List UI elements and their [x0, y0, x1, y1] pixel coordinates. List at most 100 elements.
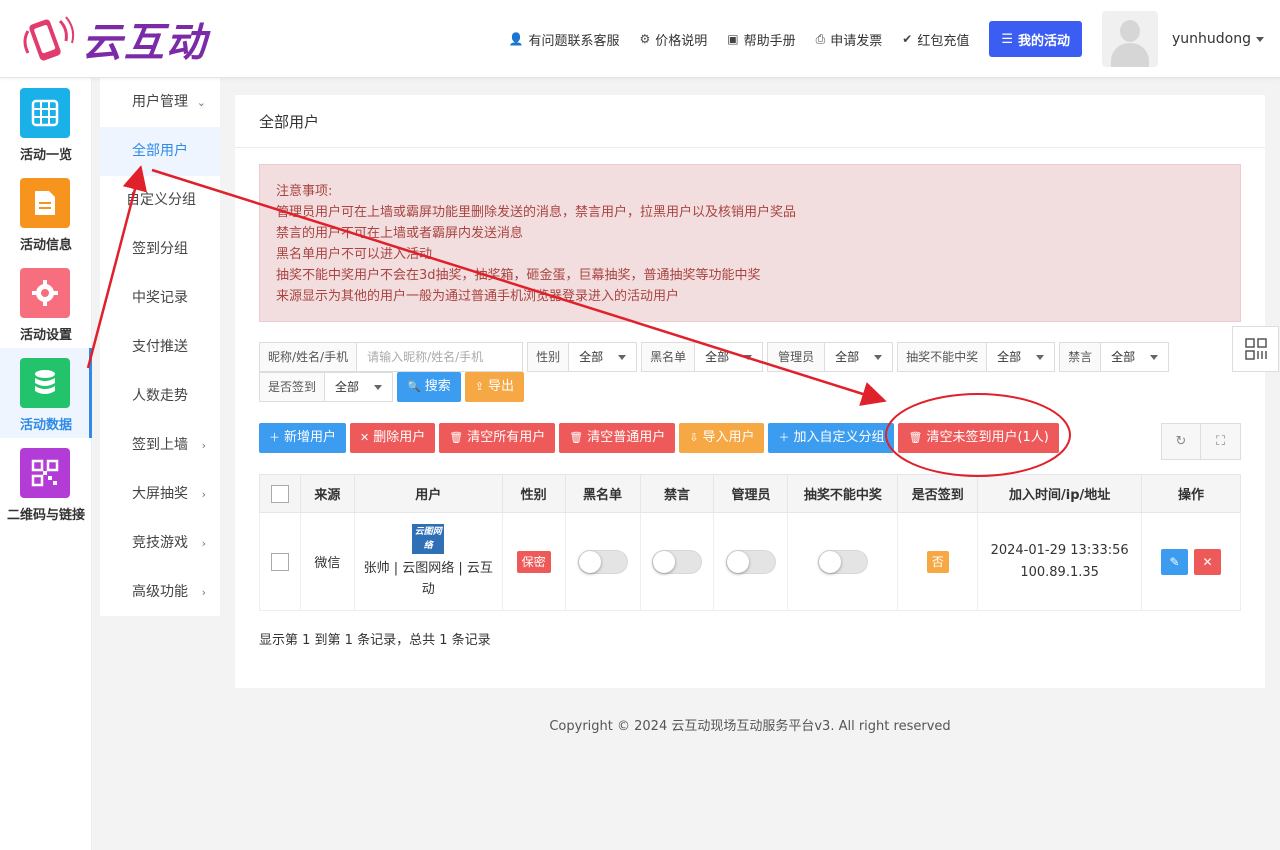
- pagination-info: 显示第 1 到第 1 条记录，总共 1 条记录: [259, 633, 491, 648]
- row-checkbox[interactable]: [270, 552, 289, 571]
- nav-support-link[interactable]: 👤 有问题联系客服: [509, 30, 620, 49]
- refresh-icon[interactable]: ↻: [1161, 423, 1201, 460]
- user-menu[interactable]: yunhudong: [1172, 31, 1264, 47]
- cell-source: 微信: [299, 512, 355, 611]
- phone-logo-icon: [20, 11, 76, 67]
- table-header-row: 来源 用户 性别 黑名单 禁言 管理员 抽奖不能中奖 是否签到 加入时间/ip/…: [259, 474, 1241, 513]
- left-rail: 活动一览 活动信息 活动设置 活动数据 二维码与链接: [0, 78, 92, 850]
- caret-down-icon: [618, 355, 627, 360]
- add-to-group-button[interactable]: ＋加入自定义分组: [768, 423, 895, 453]
- export-icon: ⇪: [474, 380, 484, 393]
- nav-pricing-link[interactable]: ⚙ 价格说明: [639, 30, 707, 49]
- table-tools: ↻ ⛶: [1161, 423, 1241, 460]
- clear-all-users-button[interactable]: 🗑 清空所有用户: [439, 423, 556, 453]
- blacklist-toggle[interactable]: [577, 549, 628, 574]
- mute-toggle[interactable]: [652, 549, 702, 574]
- avatar[interactable]: [1102, 11, 1158, 67]
- nav-invoice-link[interactable]: ⎙ 申请发票: [816, 30, 883, 49]
- close-icon[interactable]: ✕: [1194, 548, 1222, 575]
- chevron-down-icon: ⌄: [196, 96, 206, 109]
- gender-badge: 保密: [516, 550, 551, 573]
- search-button[interactable]: 🔍 搜索: [397, 372, 461, 402]
- keyword-search-input[interactable]: 请输入昵称/姓名/手机: [357, 342, 524, 372]
- caret-down-icon: [1256, 36, 1264, 42]
- submenu-group-screen-lottery[interactable]: 大屏抽奖 ›: [100, 470, 220, 519]
- import-users-button[interactable]: ⇩ 导入用户: [679, 423, 765, 453]
- caret-down-icon: [1150, 355, 1159, 360]
- edit-icon[interactable]: ✎: [1161, 548, 1189, 575]
- top-header: 云互动 👤 有问题联系客服 ⚙ 价格说明 ▣ 帮助手册 ⎙ 申请发票 ✔ 红包充值 ☰ 我的…: [0, 0, 1280, 78]
- cell-user: 云图网络 张帅 | 云图网络 | 云互动: [353, 512, 503, 611]
- gear-icon: [20, 268, 70, 318]
- submenu-group-advanced[interactable]: 高级功能 ›: [100, 568, 220, 617]
- import-icon: ⇩: [689, 431, 699, 444]
- clear-normal-users-button[interactable]: 🗑 清空普通用户: [559, 423, 676, 453]
- database-icon: [20, 358, 70, 408]
- gear-icon: ⚙: [639, 32, 651, 46]
- main-card: 全部用户 注意事项: 管理员用户可在上墙或霸屏功能里删除发送的消息，禁言用户，拉…: [235, 95, 1265, 688]
- col-blacklist: 黑名单: [564, 474, 641, 513]
- printer-icon: ⎙: [815, 31, 826, 46]
- col-user: 用户: [353, 474, 503, 513]
- my-activity-button[interactable]: ☰ 我的活动: [989, 21, 1082, 57]
- caret-down-icon: [374, 385, 383, 390]
- qrcode-icon: [20, 448, 70, 498]
- submenu-item-people-trend[interactable]: 人数走势: [100, 372, 220, 421]
- signed-select[interactable]: 全部: [325, 372, 394, 402]
- submenu-item-pay-push[interactable]: 支付推送: [100, 323, 220, 372]
- submenu-group-user-management[interactable]: 用户管理 ⌄: [100, 78, 220, 127]
- col-admin: 管理员: [713, 474, 789, 513]
- gender-select[interactable]: 全部: [569, 342, 638, 372]
- trash-icon: 🗑: [908, 431, 923, 444]
- col-signed: 是否签到: [897, 474, 979, 513]
- brand-logo[interactable]: 云互动: [20, 10, 230, 68]
- col-gender: 性别: [501, 474, 566, 513]
- submenu-group-games[interactable]: 竞技游戏 ›: [100, 519, 220, 568]
- notice-alert: 注意事项: 管理员用户可在上墙或霸屏功能里删除发送的消息，禁言用户，拉黑用户以及…: [259, 164, 1241, 322]
- floating-qrcode-button[interactable]: [1232, 326, 1279, 372]
- top-nav: 👤 有问题联系客服 ⚙ 价格说明 ▣ 帮助手册 ⎙ 申请发票 ✔ 红包充值 ☰ 我的活动 y…: [489, 0, 1264, 78]
- book-icon: ▣: [727, 32, 739, 46]
- plus-icon: ＋: [269, 431, 280, 444]
- list-icon: ☰: [1001, 31, 1013, 47]
- grid-icon: [20, 88, 70, 138]
- caret-down-icon: [874, 355, 883, 360]
- rail-item-qrcode[interactable]: 二维码与链接: [0, 438, 92, 528]
- submenu-item-custom-group[interactable]: 自定义分组: [100, 176, 220, 225]
- no-win-toggle[interactable]: [817, 549, 868, 574]
- add-user-button[interactable]: ＋新增用户: [259, 423, 347, 453]
- submenu-group-sign-wall[interactable]: 签到上墙 ›: [100, 421, 220, 470]
- trash-icon: 🗑: [569, 431, 584, 444]
- rail-item-activity-data[interactable]: 活动数据: [0, 348, 92, 438]
- submenu-item-win-records[interactable]: 中奖记录: [100, 274, 220, 323]
- submenu-item-all-users[interactable]: 全部用户: [100, 127, 220, 176]
- rail-item-activity-settings[interactable]: 活动设置: [0, 258, 92, 348]
- blacklist-select[interactable]: 全部: [695, 342, 764, 372]
- submenu-item-sign-group[interactable]: 签到分组: [100, 225, 220, 274]
- delete-user-button[interactable]: ✕ 删除用户: [350, 423, 436, 453]
- mute-select[interactable]: 全部: [1101, 342, 1170, 372]
- rail-item-activity-list[interactable]: 活动一览: [0, 78, 92, 168]
- search-icon: 🔍: [407, 380, 421, 393]
- nav-help-link[interactable]: ▣ 帮助手册: [727, 30, 795, 49]
- select-all-checkbox[interactable]: [270, 484, 289, 503]
- document-icon: [20, 178, 70, 228]
- clear-unsigned-users-button[interactable]: 🗑 清空未签到用户(1人): [898, 423, 1059, 453]
- admin-toggle[interactable]: [725, 549, 776, 574]
- nav-recharge-link[interactable]: ✔ 红包充值: [902, 30, 969, 49]
- fullscreen-icon[interactable]: ⛶: [1201, 423, 1241, 460]
- rail-item-activity-info[interactable]: 活动信息: [0, 168, 92, 258]
- shield-check-icon: ✔: [902, 32, 913, 46]
- admin-select[interactable]: 全部: [825, 342, 894, 372]
- user-avatar-logo: 云图网络: [412, 523, 445, 554]
- action-toolbar: ＋新增用户 ✕ 删除用户 🗑 清空所有用户 🗑 清空普通用户 ⇩ 导入用户 ＋加入自定义…: [259, 423, 1063, 453]
- col-mute: 禁言: [639, 474, 715, 513]
- col-actions: 操作: [1141, 474, 1241, 513]
- caret-down-icon: [744, 355, 753, 360]
- signed-badge: 否: [926, 550, 949, 573]
- col-source: 来源: [299, 474, 355, 513]
- sub-menu: 用户管理 ⌄ 全部用户 自定义分组 签到分组 中奖记录 支付推送 人数走势 签到上…: [100, 78, 220, 850]
- col-join-time: 加入时间/ip/地址: [977, 474, 1143, 513]
- export-button[interactable]: ⇪ 导出: [464, 372, 524, 402]
- no-win-select[interactable]: 全部: [987, 342, 1056, 372]
